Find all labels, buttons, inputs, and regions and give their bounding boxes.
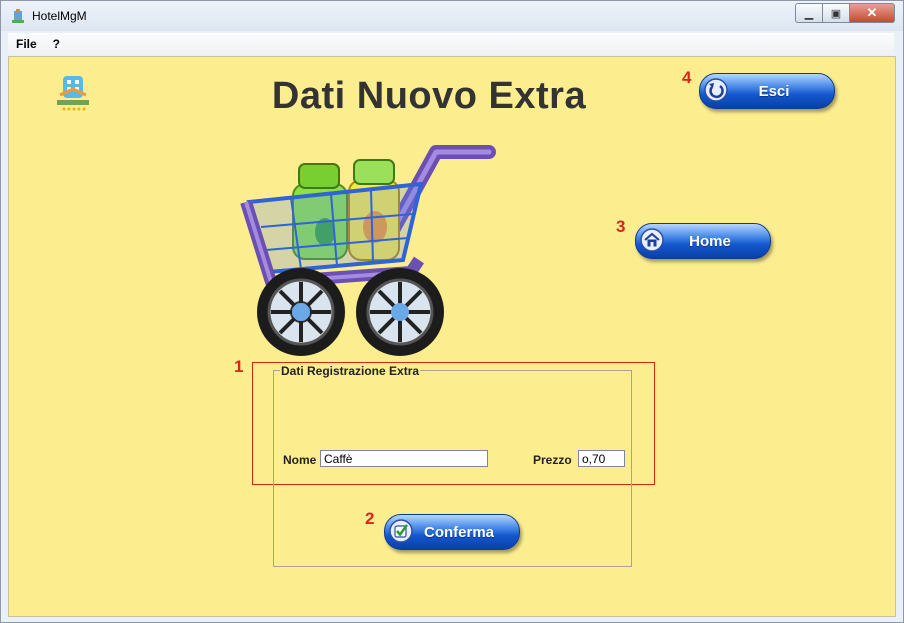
exit-button[interactable]: Esci (699, 73, 835, 109)
app-icon (12, 9, 24, 23)
restore-icon: ▣ (830, 7, 842, 20)
window-title: HotelMgM (32, 9, 87, 23)
app-window: HotelMgM ▁ ▣ ✕ File ? Dati Nuovo Extra 4… (0, 0, 904, 623)
name-field[interactable] (320, 450, 488, 467)
close-icon: ✕ (866, 5, 878, 20)
home-button-label: Home (689, 232, 731, 250)
main-panel: Dati Nuovo Extra 4 Esci 3 Home 1 Dati Re… (8, 56, 896, 617)
back-arrow-icon (704, 78, 728, 102)
confirm-button-label: Conferma (423, 523, 494, 541)
maximize-button[interactable]: ▣ (823, 3, 850, 23)
page-title: Dati Nuovo Extra (271, 75, 587, 117)
minimize-button[interactable]: ▁ (795, 3, 823, 23)
home-button[interactable]: Home (635, 223, 771, 259)
checkmark-icon (389, 519, 413, 543)
confirm-button[interactable]: Conferma (384, 514, 520, 550)
home-icon (640, 228, 664, 252)
annotation-1: 1 (234, 357, 244, 376)
close-button[interactable]: ✕ (850, 3, 895, 23)
price-field[interactable] (578, 450, 625, 467)
menu-help[interactable]: ? (45, 37, 68, 51)
annotation-3: 3 (616, 217, 626, 236)
name-label: Nome (283, 453, 317, 467)
price-label: Prezzo (533, 453, 572, 467)
shopping-cart-illustration (240, 145, 496, 356)
title-bar[interactable]: HotelMgM ▁ ▣ ✕ (1, 1, 903, 31)
menu-bar: File ? (8, 33, 894, 55)
annotation-4: 4 (682, 68, 692, 87)
minimize-icon: ▁ (804, 7, 814, 20)
hotel-logo (57, 76, 89, 111)
window-controls: ▁ ▣ ✕ (795, 3, 895, 23)
annotation-2: 2 (365, 509, 375, 528)
menu-file[interactable]: File (8, 37, 45, 51)
exit-button-label: Esci (758, 82, 790, 100)
groupbox-title: Dati Registrazione Extra (280, 364, 421, 378)
